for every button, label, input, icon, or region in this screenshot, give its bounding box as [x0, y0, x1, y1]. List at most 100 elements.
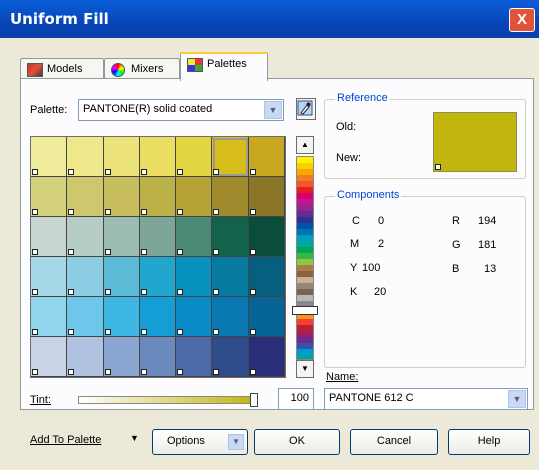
tab-palettes[interactable]: Palettes: [180, 52, 268, 81]
palette-swatch[interactable]: [139, 217, 177, 257]
magenta-value: 2: [378, 238, 385, 250]
scroll-thumb[interactable]: [292, 306, 318, 315]
swatch-marker: [213, 249, 220, 255]
swatch-marker: [140, 289, 147, 295]
options-label: Options: [167, 435, 205, 447]
palette-swatch[interactable]: [31, 337, 68, 377]
palette-swatch[interactable]: [139, 257, 177, 297]
swatch-marker: [213, 209, 220, 215]
scroll-up-button[interactable]: ▲: [296, 136, 314, 154]
palette-swatch[interactable]: [212, 177, 249, 217]
palette-swatch[interactable]: [176, 137, 213, 177]
palette-swatch[interactable]: [103, 297, 140, 337]
tab-mixers[interactable]: Mixers: [104, 58, 180, 79]
tint-value: 100: [290, 392, 309, 404]
red-value: 194: [478, 215, 497, 227]
palette-swatch[interactable]: [103, 137, 140, 177]
palette-swatch[interactable]: [176, 337, 213, 377]
palette-scroll-strip[interactable]: [296, 156, 314, 360]
tint-slider-handle[interactable]: [250, 393, 258, 407]
swatch-marker: [213, 289, 220, 295]
palette-swatch[interactable]: [103, 177, 140, 217]
palette-swatch[interactable]: [31, 257, 68, 297]
swatch-marker: [177, 369, 184, 375]
palette-swatch-grid[interactable]: [30, 136, 286, 378]
tint-track: [78, 396, 254, 404]
tint-slider[interactable]: [78, 393, 258, 407]
scroll-down-button[interactable]: ▼: [296, 360, 314, 378]
palette-swatch[interactable]: [31, 297, 68, 337]
palette-swatch[interactable]: [31, 137, 68, 177]
palette-swatch[interactable]: [212, 337, 249, 377]
palette-swatch[interactable]: [103, 257, 140, 297]
tint-value-field[interactable]: 100: [278, 388, 314, 410]
add-to-palette-button[interactable]: Add To Palette: [30, 434, 101, 446]
palette-swatch[interactable]: [67, 297, 104, 337]
swatch-marker: [213, 369, 220, 375]
swatch-marker: [140, 329, 147, 335]
swatch-marker: [68, 169, 75, 175]
eyedropper-button[interactable]: [296, 98, 316, 120]
scroll-down-arrow-icon: ▼: [301, 364, 309, 373]
swatch-marker: [213, 329, 220, 335]
palette-swatch[interactable]: [139, 297, 177, 337]
palette-swatch[interactable]: [212, 297, 249, 337]
green-label: G: [452, 239, 461, 251]
palette-swatch[interactable]: [176, 177, 213, 217]
palette-swatch[interactable]: [176, 217, 213, 257]
palette-swatch[interactable]: [248, 217, 285, 257]
close-button[interactable]: X: [509, 8, 535, 32]
palette-swatch[interactable]: [248, 297, 285, 337]
options-button[interactable]: Options ▼: [152, 429, 248, 455]
palette-swatch[interactable]: [212, 257, 249, 297]
blue-value: 13: [484, 263, 497, 275]
ok-button[interactable]: OK: [254, 429, 340, 455]
chevron-down-icon[interactable]: ▼: [508, 390, 526, 408]
palette-swatch[interactable]: [139, 137, 177, 177]
reference-title: Reference: [335, 92, 390, 104]
models-icon: [27, 63, 43, 77]
name-dropdown[interactable]: PANTONE 612 C ▼: [324, 388, 528, 410]
palette-swatch[interactable]: [31, 177, 68, 217]
tab-models[interactable]: Models: [20, 58, 104, 79]
swatch-marker: [68, 289, 75, 295]
palette-swatch[interactable]: [67, 337, 104, 377]
palette-swatch[interactable]: [67, 257, 104, 297]
cancel-button[interactable]: Cancel: [350, 429, 438, 455]
swatch-marker: [104, 289, 111, 295]
palette-swatch[interactable]: [212, 137, 249, 177]
swatch-marker: [104, 369, 111, 375]
palette-swatch[interactable]: [31, 217, 68, 257]
help-button[interactable]: Help: [448, 429, 530, 455]
black-value: 20: [374, 286, 387, 298]
palette-swatch[interactable]: [176, 297, 213, 337]
palette-swatch[interactable]: [248, 337, 285, 377]
green-value: 181: [478, 239, 497, 251]
palette-swatch[interactable]: [103, 337, 140, 377]
palette-swatch[interactable]: [103, 217, 140, 257]
swatch-marker: [104, 209, 111, 215]
window-title: Uniform Fill: [10, 10, 109, 28]
palette-swatch[interactable]: [176, 257, 213, 297]
blue-label: B: [452, 263, 460, 275]
red-label: R: [452, 215, 460, 227]
palette-swatch[interactable]: [67, 177, 104, 217]
palette-swatch[interactable]: [139, 337, 177, 377]
chevron-down-icon[interactable]: ▼: [130, 433, 139, 443]
palette-swatch[interactable]: [248, 137, 285, 177]
palette-swatch[interactable]: [67, 137, 104, 177]
black-label: K: [350, 286, 358, 298]
tab-models-label: Models: [47, 63, 83, 75]
palette-swatch[interactable]: [212, 217, 249, 257]
name-label: Name:: [326, 371, 359, 383]
swatch-marker: [68, 209, 75, 215]
palettes-icon: [187, 58, 203, 72]
palette-swatch[interactable]: [248, 177, 285, 217]
swatch-marker: [32, 249, 38, 255]
palette-dropdown[interactable]: PANTONE(R) solid coated ▼: [78, 99, 284, 121]
title-bar[interactable]: Uniform Fill X: [0, 0, 539, 38]
palette-swatch[interactable]: [139, 177, 177, 217]
chevron-down-icon[interactable]: ▼: [264, 101, 282, 119]
palette-swatch[interactable]: [248, 257, 285, 297]
palette-swatch[interactable]: [67, 217, 104, 257]
